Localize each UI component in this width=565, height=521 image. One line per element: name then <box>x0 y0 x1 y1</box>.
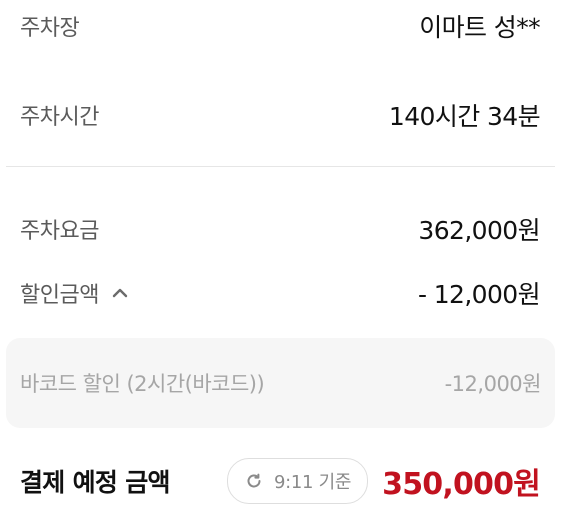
payment-row: 결제 예정 금액 9:11 기준 350,000원 <box>20 455 541 507</box>
parking-lot-row: 주차장 이마트 성** <box>20 6 541 46</box>
discount-amount-value: - 12,000원 <box>417 280 541 309</box>
parking-lot-value: 이마트 성** <box>419 13 540 42</box>
parking-time-label: 주차시간 <box>20 105 99 130</box>
parking-time-value: 140시간 34분 <box>388 102 541 131</box>
refresh-icon <box>244 471 264 491</box>
discount-amount-toggle[interactable]: 할인금액 <box>20 277 131 309</box>
parking-fee-label: 주차요금 <box>20 219 99 244</box>
discount-detail-label: 바코드 할인 (2시간(바코드)) <box>20 372 265 396</box>
parking-fee-value: 362,000원 <box>418 216 540 245</box>
section-divider <box>6 166 555 167</box>
parking-time-row: 주차시간 140시간 34분 <box>20 95 541 135</box>
parking-lot-label: 주차장 <box>20 16 80 41</box>
refresh-time-label: 9:11 기준 <box>273 472 352 493</box>
chevron-up-icon[interactable] <box>109 282 131 304</box>
discount-detail-value: -12,000원 <box>444 372 542 396</box>
payment-title: 결제 예정 금액 <box>20 468 171 497</box>
parking-fee-row: 주차요금 362,000원 <box>20 209 541 249</box>
discount-amount-row[interactable]: 할인금액 - 12,000원 <box>20 273 541 313</box>
discount-detail-panel: 바코드 할인 (2시간(바코드)) -12,000원 <box>6 338 555 428</box>
discount-amount-label: 할인금액 <box>20 283 99 308</box>
payment-amount: 350,000원 <box>382 467 541 502</box>
refresh-button[interactable]: 9:11 기준 <box>226 458 369 504</box>
